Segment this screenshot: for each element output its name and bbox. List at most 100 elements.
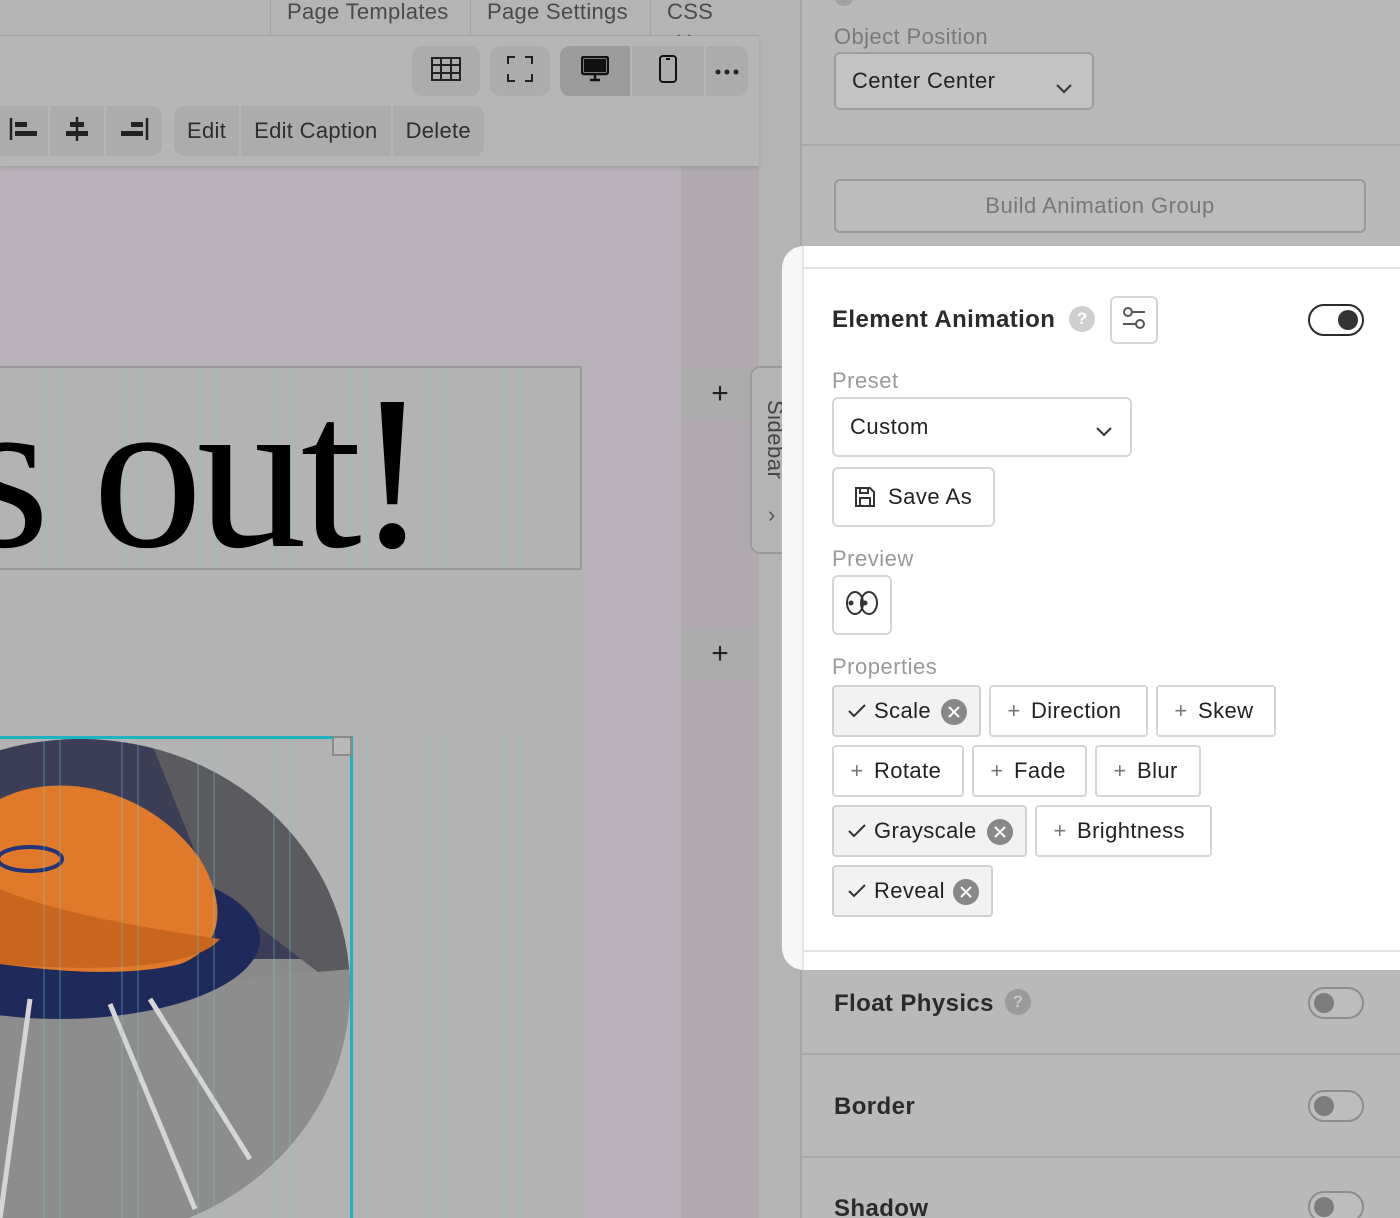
property-chip-skew[interactable]: + Skew (1156, 685, 1276, 737)
shadow-toggle[interactable] (1308, 1191, 1364, 1218)
menu-css[interactable]: CSS (650, 0, 759, 43)
column-guide (520, 738, 521, 1218)
mobile-view-button[interactable] (632, 46, 706, 96)
chip-label: Brightness (1077, 818, 1185, 843)
mobile-phone-icon (659, 54, 677, 88)
add-block-button[interactable]: + (681, 628, 759, 680)
float-physics-toggle[interactable] (1308, 987, 1364, 1019)
section-divider (802, 1156, 1400, 1158)
property-chip-grayscale[interactable]: Grayscale (832, 805, 1027, 857)
chevron-right-icon: › (768, 502, 776, 527)
align-right-button[interactable] (106, 106, 162, 156)
object-position-label: Object Position (834, 24, 988, 49)
build-animation-group-button[interactable]: Build Animation Group (834, 179, 1366, 233)
plus-icon: + (850, 758, 864, 783)
plus-icon: + (1053, 818, 1067, 843)
object-position-select[interactable]: Center Center (834, 52, 1094, 110)
heading-block[interactable]: s out! (0, 366, 582, 570)
sliders-icon (1121, 305, 1147, 336)
column-guide (520, 368, 521, 568)
border-title: Border (834, 1093, 916, 1120)
chip-label: Fade (1014, 758, 1066, 783)
shadow-title: Shadow (834, 1195, 929, 1218)
resize-handle[interactable] (332, 736, 352, 756)
menu-page-settings[interactable]: Page Settings (470, 0, 644, 36)
chip-label: Rotate (874, 758, 942, 783)
device-toggle-group (560, 46, 748, 96)
spacer-block (0, 570, 582, 738)
element-animation-title: Element Animation (832, 306, 1056, 333)
add-block-button[interactable]: + (681, 368, 759, 420)
property-chip-reveal[interactable]: Reveal (832, 865, 993, 917)
property-chip-blur[interactable]: + Blur (1095, 745, 1201, 797)
object-position-value: Center Center (852, 68, 996, 93)
heading-text[interactable]: s out! (0, 368, 429, 568)
align-left-icon (9, 117, 39, 146)
chevron-down-icon (1056, 74, 1072, 100)
fullscreen-button[interactable] (490, 46, 550, 96)
help-icon[interactable]: ? (1005, 989, 1031, 1015)
help-icon[interactable]: ? (1069, 306, 1095, 332)
property-chip-direction[interactable]: + Direction (989, 685, 1148, 737)
edit-button[interactable]: Edit (174, 106, 242, 156)
plus-icon: + (1174, 698, 1188, 723)
preview-button[interactable] (832, 575, 892, 635)
menu-page-templates[interactable]: Page Templates (270, 0, 465, 36)
chip-label: Reveal (874, 878, 945, 903)
chip-label: Scale (874, 698, 932, 723)
column-guide (444, 738, 445, 1218)
align-right-icon (119, 117, 149, 146)
remove-icon[interactable] (953, 879, 979, 905)
align-center-icon (64, 116, 90, 147)
checkmark-icon (848, 824, 866, 838)
plus-icon: + (1113, 758, 1127, 783)
desktop-view-button[interactable] (560, 46, 632, 96)
save-as-label: Save As (888, 484, 973, 509)
chip-label: Skew (1198, 698, 1254, 723)
chip-label: Blur (1137, 758, 1178, 783)
preview-label: Preview (832, 546, 914, 571)
save-as-button[interactable]: Save As (832, 467, 995, 527)
column-guide (444, 368, 445, 568)
section-divider (802, 950, 1400, 952)
property-chip-rotate[interactable]: + Rotate (832, 745, 964, 797)
delete-button[interactable]: Delete (393, 106, 484, 156)
preset-select[interactable]: Custom (832, 397, 1132, 457)
checkmark-icon (848, 884, 866, 898)
column-guide (428, 368, 429, 568)
element-animation-card: Element Animation ? Preset Custom Save A… (782, 246, 1400, 970)
help-icon (834, 0, 854, 6)
remove-icon[interactable] (987, 819, 1013, 845)
element-animation-toggle[interactable] (1308, 304, 1364, 336)
align-left-button[interactable] (0, 106, 50, 156)
animation-settings-button[interactable] (1110, 296, 1158, 344)
selected-image-block[interactable] (0, 736, 353, 1218)
toggle-knob (1338, 310, 1358, 330)
editor-canvas: Page Templates Page Settings CSS Edit Ed… (0, 0, 800, 1218)
top-menu-bar: Page Templates Page Settings CSS (0, 0, 759, 43)
border-toggle[interactable] (1308, 1090, 1364, 1122)
image-actions-group: Edit Edit Caption Delete (174, 106, 484, 156)
float-physics-title: Float Physics (834, 990, 994, 1017)
preset-value: Custom (850, 414, 929, 439)
chip-label: Direction (1031, 698, 1122, 723)
column-guide (366, 738, 367, 1218)
remove-icon[interactable] (941, 699, 967, 725)
grid-view-button[interactable] (412, 46, 480, 96)
plus-icon: + (1007, 698, 1021, 723)
property-chip-fade[interactable]: + Fade (972, 745, 1087, 797)
alignment-group (0, 106, 162, 156)
table-icon (431, 56, 461, 86)
edit-caption-button[interactable]: Edit Caption (241, 106, 393, 156)
more-options-button[interactable] (706, 46, 748, 96)
section-divider (802, 144, 1400, 146)
column-guide (428, 738, 429, 1218)
preset-label: Preset (832, 368, 899, 393)
align-center-button[interactable] (50, 106, 106, 156)
property-chip-brightness[interactable]: + Brightness (1035, 805, 1212, 857)
property-chip-scale[interactable]: Scale (832, 685, 981, 737)
eyes-icon (845, 590, 879, 621)
floppy-disk-icon (854, 486, 876, 508)
checkmark-icon (848, 704, 866, 718)
block-toolbar: Edit Edit Caption Delete (0, 36, 759, 166)
